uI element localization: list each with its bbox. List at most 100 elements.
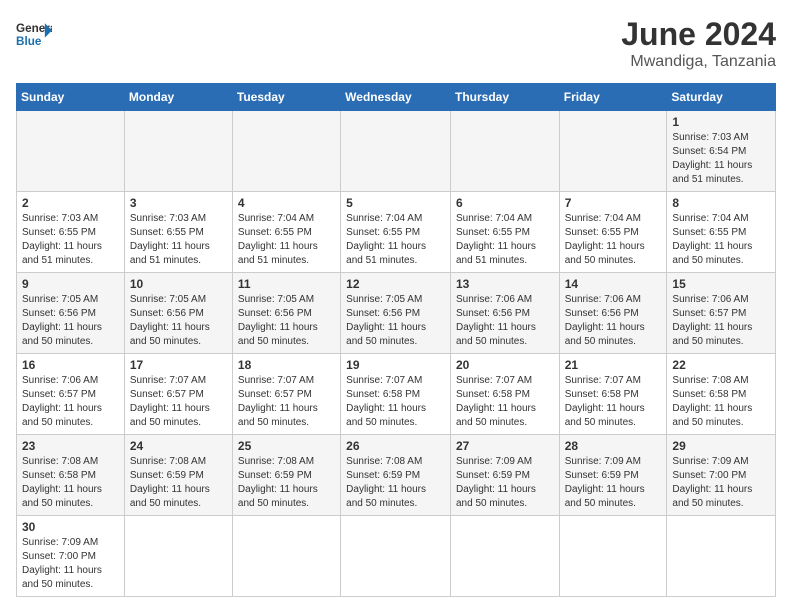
day-number: 27 [456,439,554,453]
calendar-day-cell: 26 Sunrise: 7:08 AM Sunset: 6:59 PM Dayli… [341,435,451,516]
day-number: 19 [346,358,445,372]
day-info: Sunrise: 7:09 AM Sunset: 7:00 PM Dayligh… [22,536,119,592]
day-number: 23 [22,439,119,453]
day-number: 17 [130,358,227,372]
calendar-week-row: 30 Sunrise: 7:09 AM Sunset: 7:00 PM Dayli… [17,516,776,597]
logo-icon: General Blue [16,16,52,52]
calendar-day-cell: 10 Sunrise: 7:05 AM Sunset: 6:56 PM Dayli… [124,273,232,354]
day-info: Sunrise: 7:09 AM Sunset: 6:59 PM Dayligh… [456,455,554,511]
day-info: Sunrise: 7:08 AM Sunset: 6:58 PM Dayligh… [672,374,770,430]
calendar-day-cell: 8 Sunrise: 7:04 AM Sunset: 6:55 PM Daylig… [667,192,776,273]
calendar-week-row: 23 Sunrise: 7:08 AM Sunset: 6:58 PM Dayli… [17,435,776,516]
weekday-header-cell: Monday [124,84,232,111]
day-info: Sunrise: 7:03 AM Sunset: 6:54 PM Dayligh… [672,131,770,187]
calendar-day-cell: 11 Sunrise: 7:05 AM Sunset: 6:56 PM Dayli… [232,273,340,354]
day-info: Sunrise: 7:07 AM Sunset: 6:57 PM Dayligh… [130,374,227,430]
day-info: Sunrise: 7:04 AM Sunset: 6:55 PM Dayligh… [565,212,662,268]
calendar-day-cell: 16Sunrise: 7:06 AM Sunset: 6:57 PM Dayli… [17,354,125,435]
calendar-day-cell [232,111,340,192]
day-number: 3 [130,196,227,210]
calendar-day-cell: 9 Sunrise: 7:05 AM Sunset: 6:56 PM Daylig… [17,273,125,354]
weekday-header-cell: Wednesday [341,84,451,111]
calendar-day-cell: 25 Sunrise: 7:08 AM Sunset: 6:59 PM Dayli… [232,435,340,516]
calendar-day-cell: 23 Sunrise: 7:08 AM Sunset: 6:58 PM Dayli… [17,435,125,516]
calendar-week-row: 9 Sunrise: 7:05 AM Sunset: 6:56 PM Daylig… [17,273,776,354]
calendar-day-cell [341,516,451,597]
logo: General Blue [16,16,52,52]
page-header: General Blue June 2024 Mwandiga, Tanzani… [16,16,776,71]
calendar-day-cell: 17 Sunrise: 7:07 AM Sunset: 6:57 PM Dayli… [124,354,232,435]
day-info: Sunrise: 7:05 AM Sunset: 6:56 PM Dayligh… [346,293,445,349]
calendar-day-cell: 22 Sunrise: 7:08 AM Sunset: 6:58 PM Dayli… [667,354,776,435]
calendar-day-cell: 21 Sunrise: 7:07 AM Sunset: 6:58 PM Dayli… [559,354,667,435]
calendar-day-cell [124,516,232,597]
calendar-day-cell: 2Sunrise: 7:03 AM Sunset: 6:55 PM Daylig… [17,192,125,273]
day-number: 9 [22,277,119,291]
day-info: Sunrise: 7:08 AM Sunset: 6:58 PM Dayligh… [22,455,119,511]
calendar-day-cell [450,111,559,192]
day-info: Sunrise: 7:08 AM Sunset: 6:59 PM Dayligh… [238,455,335,511]
calendar-body: 1Sunrise: 7:03 AM Sunset: 6:54 PM Daylig… [17,111,776,597]
calendar-day-cell: 18Sunrise: 7:07 AM Sunset: 6:57 PM Dayli… [232,354,340,435]
weekday-header-cell: Friday [559,84,667,111]
day-info: Sunrise: 7:05 AM Sunset: 6:56 PM Dayligh… [238,293,335,349]
day-number: 2 [22,196,119,210]
day-number: 7 [565,196,662,210]
day-number: 22 [672,358,770,372]
weekday-header-row: SundayMondayTuesdayWednesdayThursdayFrid… [17,84,776,111]
day-info: Sunrise: 7:07 AM Sunset: 6:58 PM Dayligh… [346,374,445,430]
calendar-day-cell: 7 Sunrise: 7:04 AM Sunset: 6:55 PM Daylig… [559,192,667,273]
weekday-header-cell: Thursday [450,84,559,111]
calendar-day-cell: 29 Sunrise: 7:09 AM Sunset: 7:00 PM Dayli… [667,435,776,516]
day-number: 21 [565,358,662,372]
day-number: 6 [456,196,554,210]
calendar-day-cell: 28 Sunrise: 7:09 AM Sunset: 6:59 PM Dayli… [559,435,667,516]
day-info: Sunrise: 7:05 AM Sunset: 6:56 PM Dayligh… [22,293,119,349]
day-number: 16 [22,358,119,372]
calendar-day-cell: 27 Sunrise: 7:09 AM Sunset: 6:59 PM Dayli… [450,435,559,516]
month-year-title: June 2024 [621,16,776,53]
calendar-day-cell [450,516,559,597]
day-number: 29 [672,439,770,453]
day-info: Sunrise: 7:07 AM Sunset: 6:58 PM Dayligh… [456,374,554,430]
calendar-day-cell: 12 Sunrise: 7:05 AM Sunset: 6:56 PM Dayli… [341,273,451,354]
day-number: 28 [565,439,662,453]
day-info: Sunrise: 7:09 AM Sunset: 6:59 PM Dayligh… [565,455,662,511]
day-number: 10 [130,277,227,291]
day-info: Sunrise: 7:08 AM Sunset: 6:59 PM Dayligh… [346,455,445,511]
day-number: 13 [456,277,554,291]
calendar-week-row: 16Sunrise: 7:06 AM Sunset: 6:57 PM Dayli… [17,354,776,435]
day-number: 11 [238,277,335,291]
day-info: Sunrise: 7:04 AM Sunset: 6:55 PM Dayligh… [346,212,445,268]
day-info: Sunrise: 7:04 AM Sunset: 6:55 PM Dayligh… [238,212,335,268]
day-info: Sunrise: 7:06 AM Sunset: 6:57 PM Dayligh… [672,293,770,349]
calendar-day-cell: 1Sunrise: 7:03 AM Sunset: 6:54 PM Daylig… [667,111,776,192]
weekday-header-cell: Saturday [667,84,776,111]
day-number: 15 [672,277,770,291]
day-number: 30 [22,520,119,534]
day-info: Sunrise: 7:04 AM Sunset: 6:55 PM Dayligh… [456,212,554,268]
day-info: Sunrise: 7:06 AM Sunset: 6:56 PM Dayligh… [456,293,554,349]
day-number: 25 [238,439,335,453]
day-number: 24 [130,439,227,453]
calendar-week-row: 1Sunrise: 7:03 AM Sunset: 6:54 PM Daylig… [17,111,776,192]
calendar-day-cell: 6 Sunrise: 7:04 AM Sunset: 6:55 PM Daylig… [450,192,559,273]
day-info: Sunrise: 7:09 AM Sunset: 7:00 PM Dayligh… [672,455,770,511]
calendar-day-cell: 4Sunrise: 7:04 AM Sunset: 6:55 PM Daylig… [232,192,340,273]
day-info: Sunrise: 7:06 AM Sunset: 6:56 PM Dayligh… [565,293,662,349]
day-number: 12 [346,277,445,291]
calendar-day-cell [559,111,667,192]
day-number: 5 [346,196,445,210]
day-info: Sunrise: 7:04 AM Sunset: 6:55 PM Dayligh… [672,212,770,268]
day-info: Sunrise: 7:07 AM Sunset: 6:58 PM Dayligh… [565,374,662,430]
day-number: 14 [565,277,662,291]
calendar-day-cell [559,516,667,597]
day-number: 26 [346,439,445,453]
weekday-header-cell: Sunday [17,84,125,111]
location-title: Mwandiga, Tanzania [621,53,776,71]
day-info: Sunrise: 7:05 AM Sunset: 6:56 PM Dayligh… [130,293,227,349]
calendar-day-cell [232,516,340,597]
day-number: 8 [672,196,770,210]
calendar-table: SundayMondayTuesdayWednesdayThursdayFrid… [16,83,776,597]
weekday-header-cell: Tuesday [232,84,340,111]
